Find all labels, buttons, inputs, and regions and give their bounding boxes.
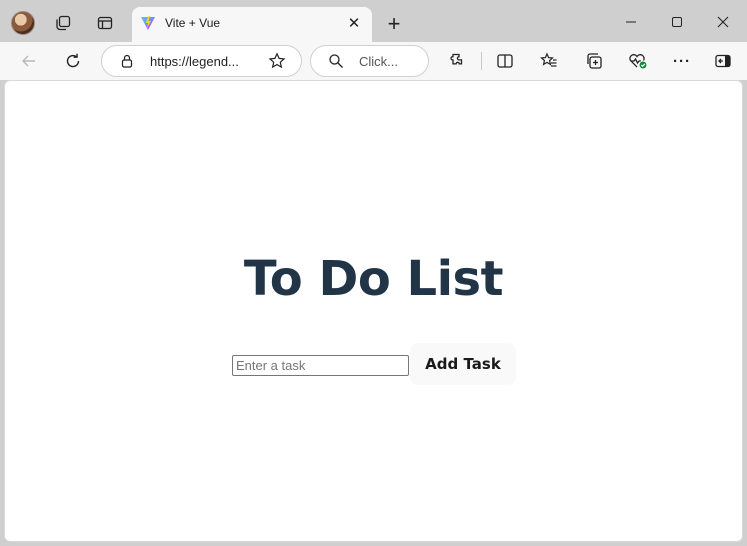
maximize-button[interactable] [654, 8, 700, 36]
profile-avatar[interactable] [11, 11, 35, 35]
tab-close-icon[interactable]: ✕ [344, 13, 364, 33]
refresh-icon[interactable] [62, 50, 84, 72]
workspaces-icon[interactable] [52, 12, 74, 34]
page-title: To Do List [243, 251, 504, 307]
browser-toolbar: https://legend... Click... ··· [0, 42, 747, 80]
sidebar-toggle-icon[interactable] [712, 50, 734, 72]
browser-essentials-icon[interactable] [627, 50, 649, 72]
address-bar[interactable]: https://legend... [101, 45, 302, 77]
search-box[interactable]: Click... [310, 45, 429, 77]
favorites-icon[interactable] [538, 50, 560, 72]
tab-strip: Vite + Vue ✕ + [0, 0, 747, 42]
lock-icon[interactable] [116, 50, 138, 72]
extensions-icon[interactable] [446, 50, 468, 72]
new-tab-button[interactable]: + [382, 11, 406, 36]
task-input[interactable] [232, 355, 409, 376]
tab-vite-vue[interactable]: Vite + Vue ✕ [132, 7, 372, 42]
vite-logo-icon [140, 15, 156, 31]
search-icon [325, 50, 347, 72]
add-task-button[interactable]: Add Task [410, 343, 516, 385]
url-text: https://legend... [150, 54, 239, 69]
split-screen-icon[interactable] [494, 50, 516, 72]
page-viewport: To Do List Add Task [4, 80, 743, 542]
minimize-button[interactable] [608, 8, 654, 36]
back-icon[interactable] [18, 50, 40, 72]
toolbar-separator [481, 52, 482, 70]
close-window-button[interactable] [700, 8, 746, 36]
more-options-icon[interactable]: ··· [671, 50, 693, 72]
favorite-star-icon[interactable] [266, 50, 288, 72]
tab-title: Vite + Vue [165, 16, 221, 30]
search-placeholder: Click... [359, 54, 398, 69]
collections-icon[interactable] [583, 50, 605, 72]
tab-actions-icon[interactable] [94, 12, 116, 34]
